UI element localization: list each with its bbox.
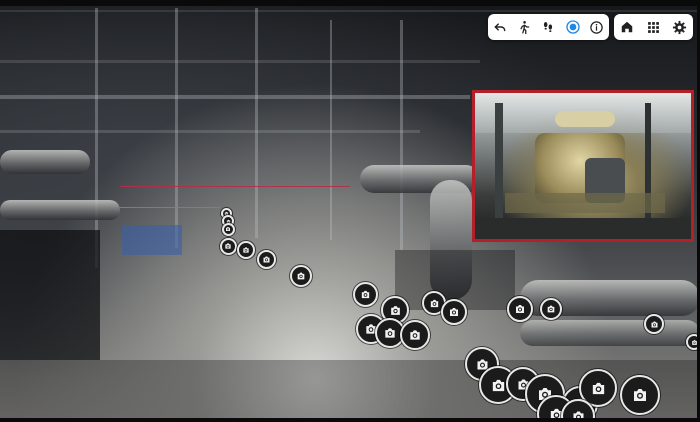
camera-icon: [516, 305, 524, 313]
camera-icon: [361, 290, 369, 298]
point-cloud-mode-icon: [565, 20, 580, 34]
camera-marker[interactable]: [256, 249, 276, 269]
camera-marker[interactable]: [540, 298, 562, 320]
camera-icon: [430, 299, 438, 307]
camera-icon: [492, 379, 504, 391]
camera-icon: [547, 305, 555, 313]
camera-icon: [243, 247, 249, 253]
camera-icon: [410, 330, 420, 340]
app-toolbar: [614, 14, 693, 40]
camera-marker[interactable]: [237, 241, 255, 259]
settings-button[interactable]: [667, 15, 693, 39]
settings-gear-icon: [673, 20, 687, 34]
home-button[interactable]: [614, 15, 640, 39]
camera-marker[interactable]: [400, 320, 430, 350]
camera-marker[interactable]: [620, 375, 660, 415]
point-cloud-mode-button[interactable]: [561, 15, 585, 39]
camera-marker[interactable]: [219, 237, 237, 255]
grid-apps-icon: [648, 21, 659, 33]
camera-marker[interactable]: [441, 299, 467, 325]
undo-button[interactable]: [488, 15, 512, 39]
camera-icon: [390, 305, 400, 315]
camera-marker[interactable]: [290, 265, 312, 287]
camera-icon: [634, 389, 646, 401]
camera-marker[interactable]: [221, 222, 235, 236]
home-icon: [621, 21, 633, 33]
camera-icon: [263, 256, 269, 262]
top-edge: [0, 0, 700, 6]
undo-icon: [494, 23, 506, 32]
info-button[interactable]: [585, 15, 609, 39]
camera-icon: [226, 227, 230, 231]
camera-icon: [385, 328, 395, 338]
camera-photo-inset[interactable]: [472, 90, 694, 242]
info-icon: [590, 20, 604, 34]
point-cloud-viewport[interactable]: [0, 0, 700, 422]
navigation-toolbar: [488, 14, 609, 40]
camera-marker[interactable]: [352, 281, 378, 307]
walk-mode-icon: [520, 21, 530, 34]
camera-marker[interactable]: [507, 296, 533, 322]
camera-icon: [651, 321, 657, 327]
bottom-edge: [0, 418, 700, 422]
camera-icon: [450, 308, 458, 316]
camera-icon: [297, 272, 305, 280]
camera-icon: [225, 243, 231, 249]
apps-grid-button[interactable]: [640, 15, 666, 39]
camera-marker[interactable]: [644, 314, 664, 334]
camera-icon: [592, 382, 604, 394]
walk-mode-button[interactable]: [512, 15, 536, 39]
footsteps-button[interactable]: [536, 15, 560, 39]
footsteps-icon: [544, 22, 553, 32]
